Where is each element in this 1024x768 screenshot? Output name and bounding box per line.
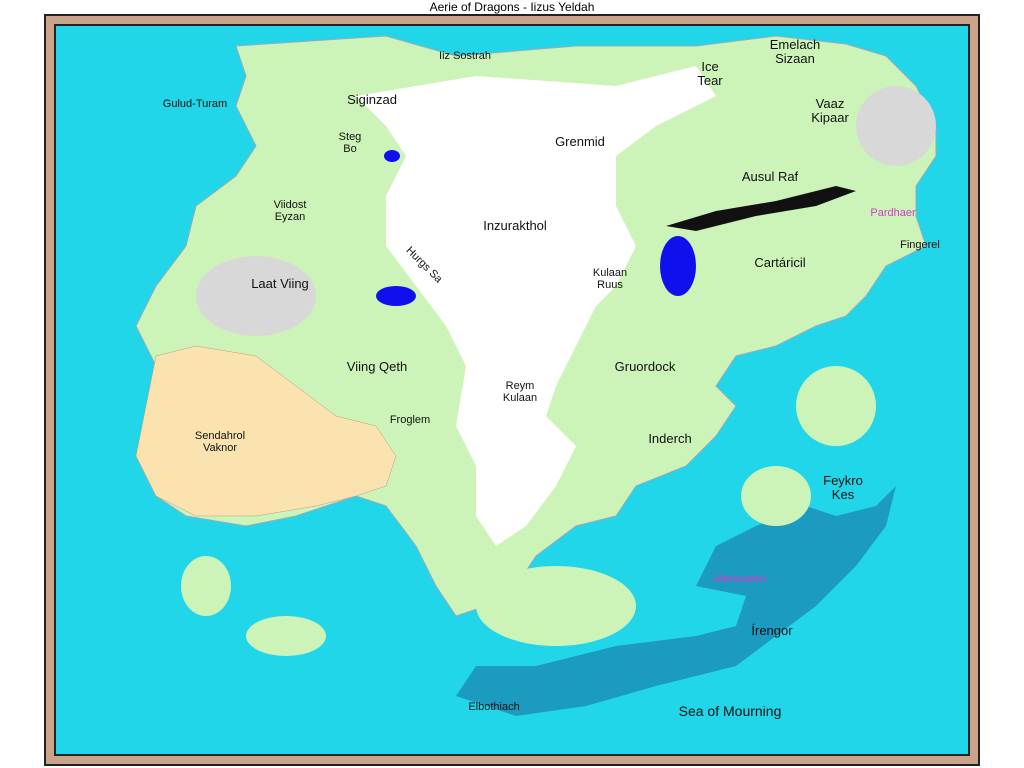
label-cartaricil: Cartáricil [754, 255, 806, 270]
label-inzurakthol: Inzurakthol [483, 218, 547, 233]
label-viing-qeth: Viing Qeth [346, 359, 408, 374]
label-irengor: Írengor [751, 623, 793, 638]
label-viidost-eyzan: Viidost Eyzan [273, 199, 307, 223]
island-s1 [246, 616, 326, 656]
lake-hurgs [376, 286, 416, 306]
lake-steg [384, 150, 400, 162]
label-reym-kulaan: Reym Kulaan [502, 380, 538, 404]
island-east [796, 366, 876, 446]
label-steg-bo: Steg Bo [338, 131, 362, 155]
label-siginzad: Siginzad [347, 92, 397, 107]
label-merenwen: Merenwen [714, 573, 766, 585]
label-grenmid: Grenmid [555, 134, 605, 149]
label-elbothiach: Elbothiach [468, 701, 520, 713]
label-fingerel: Fingerel [900, 239, 940, 251]
label-kulaan-ruus: Kulaan Ruus [592, 267, 628, 291]
label-gulud-turam: Gulud-Turam [162, 98, 228, 110]
island-sw [181, 556, 231, 616]
rock-region-east [856, 86, 936, 166]
rock-region-laat [196, 256, 316, 336]
label-vaaz-kipaar: Vaaz Kipaar [811, 96, 849, 125]
label-pardhaer: Pardhaer [870, 207, 916, 219]
label-ausul-raf: Ausul Raf [741, 169, 799, 184]
label-gruordock: Gruordock [614, 359, 676, 374]
label-emelach-sizaan: Emelach Sizaan [769, 37, 821, 66]
label-laat-viing: Laat Viing [251, 276, 309, 291]
label-ice-tear: Ice Tear [697, 59, 723, 88]
map-title: Aerie of Dragons - Iizus Yeldah [429, 0, 595, 14]
label-sea-of-mourning: Sea of Mourning [678, 703, 782, 719]
label-froglem: Froglem [389, 414, 431, 426]
label-inderch: Inderch [648, 431, 692, 446]
label-feykro-kes: Feykro Kes [823, 473, 863, 502]
lake-kulaan [660, 236, 696, 296]
label-iiz-sostrah: Iiz Sostrah [439, 50, 491, 62]
label-sendahrol-vaknor: Sendahrol Vaknor [194, 430, 246, 454]
island-s2 [476, 566, 636, 646]
island-feykro [741, 466, 811, 526]
